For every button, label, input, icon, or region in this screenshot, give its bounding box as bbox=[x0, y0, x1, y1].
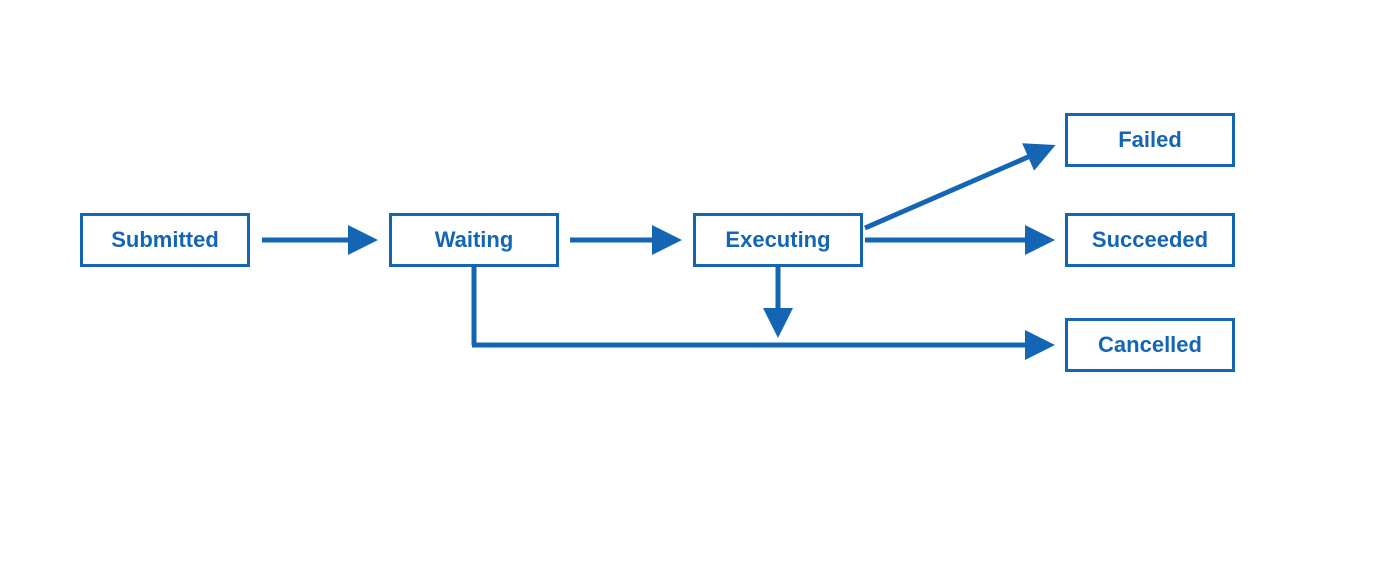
state-submitted: Submitted bbox=[80, 213, 250, 267]
transition-arrows bbox=[0, 0, 1392, 562]
state-label: Submitted bbox=[111, 227, 219, 253]
state-cancelled: Cancelled bbox=[1065, 318, 1235, 372]
state-waiting: Waiting bbox=[389, 213, 559, 267]
state-failed: Failed bbox=[1065, 113, 1235, 167]
state-label: Waiting bbox=[435, 227, 514, 253]
state-label: Executing bbox=[725, 227, 830, 253]
state-label: Succeeded bbox=[1092, 227, 1208, 253]
state-succeeded: Succeeded bbox=[1065, 213, 1235, 267]
state-executing: Executing bbox=[693, 213, 863, 267]
state-label: Cancelled bbox=[1098, 332, 1202, 358]
state-label: Failed bbox=[1118, 127, 1182, 153]
arrow-executing-failed bbox=[865, 147, 1051, 228]
